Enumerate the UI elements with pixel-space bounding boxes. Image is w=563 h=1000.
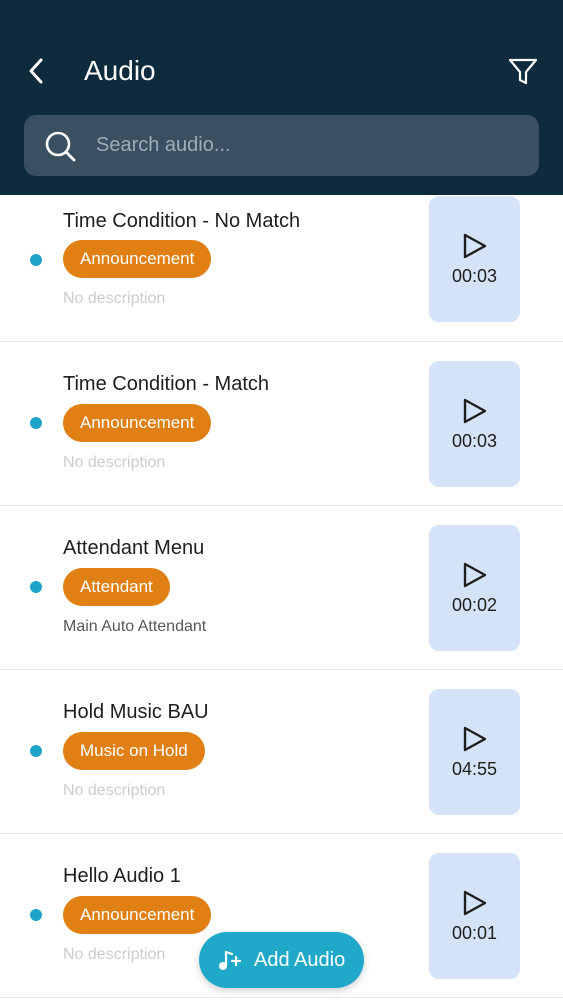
status-dot [30,745,42,757]
audio-duration: 00:03 [451,266,498,286]
audio-list: Time Condition - No Match Announcement N… [0,195,563,998]
back-button[interactable] [22,56,52,86]
play-button[interactable]: 04:55 [429,689,520,815]
audio-duration: 00:03 [451,431,498,451]
audio-duration: 04:55 [451,759,498,779]
filter-icon [508,58,538,85]
chevron-left-icon [29,58,43,84]
search-input[interactable] [96,115,516,176]
audio-description: No description [63,290,166,307]
play-button[interactable]: 00:01 [429,853,520,979]
filter-button[interactable] [506,55,540,89]
audio-name: Attendant Menu [63,537,205,559]
audio-description: No description [63,946,166,963]
audio-name: Hello Audio 1 [63,865,181,887]
search-bar [24,115,539,176]
play-icon [463,233,487,259]
add-music-icon [219,950,242,970]
audio-name: Time Condition - Match [63,373,269,395]
add-audio-button[interactable]: Add Audio [199,932,364,988]
list-item[interactable]: Time Condition - No Match Announcement N… [0,195,563,342]
play-icon [463,890,487,916]
list-item[interactable]: Time Condition - Match Announcement No d… [0,342,563,506]
audio-name: Hold Music BAU [63,701,209,723]
category-badge: Announcement [63,896,212,934]
play-icon [463,562,487,588]
audio-description: No description [63,454,166,471]
category-badge: Music on Hold [63,732,205,770]
app-header: Audio [0,0,563,195]
search-icon [45,131,76,162]
status-dot [30,254,42,266]
page-title: Audio [84,55,156,86]
audio-description: No description [63,782,166,799]
audio-duration: 00:02 [451,595,498,615]
category-badge: Attendant [63,568,170,606]
list-item[interactable]: Attendant Menu Attendant Main Auto Atten… [0,506,563,670]
status-dot [30,581,42,593]
category-badge: Announcement [63,404,212,442]
play-button[interactable]: 00:02 [429,525,520,651]
list-item[interactable]: Hold Music BAU Music on Hold No descript… [0,670,563,834]
category-badge: Announcement [63,240,212,278]
play-icon [463,726,487,752]
audio-name: Time Condition - No Match [63,210,301,232]
add-audio-label: Add Audio [254,949,346,971]
play-icon [463,398,487,424]
status-dot [30,909,42,921]
audio-description: Main Auto Attendant [63,618,207,635]
audio-duration: 00:01 [451,923,498,943]
play-button[interactable]: 00:03 [429,196,520,322]
play-button[interactable]: 00:03 [429,361,520,487]
status-dot [30,417,42,429]
